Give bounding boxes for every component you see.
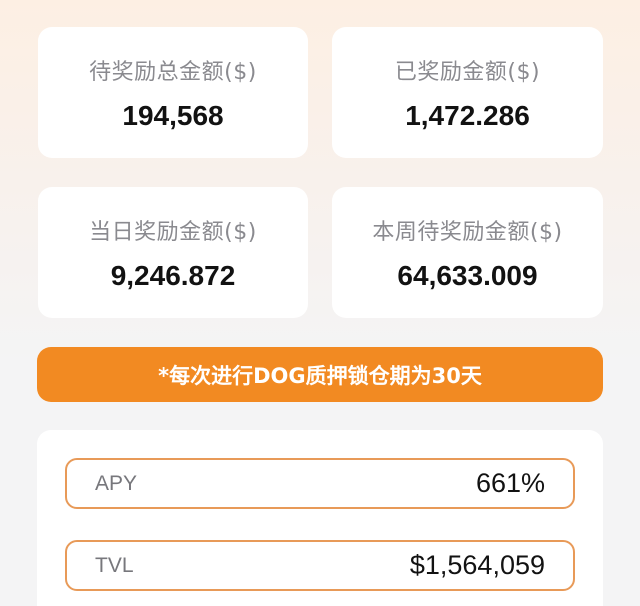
stat-card-daily: 当日奖励金额($) 9,246.872 [38, 187, 308, 318]
stat-label: 当日奖励金额($) [89, 219, 257, 245]
apy-row: APY 661% [65, 458, 575, 509]
stat-card-rewarded: 已奖励金额($) 1,472.286 [332, 27, 603, 158]
stat-label: 待奖励总金额($) [89, 59, 257, 85]
tvl-label: TVL [95, 553, 134, 577]
stat-value: 9,246.872 [110, 259, 236, 291]
metrics-panel: APY 661% TVL $1,564,059 [37, 430, 603, 606]
tvl-value: $1,564,059 [409, 550, 545, 580]
stat-value: 1,472.286 [405, 99, 530, 131]
tvl-row: TVL $1,564,059 [65, 540, 575, 591]
stat-label: 本周待奖励金额($) [372, 219, 563, 245]
stat-label: 已奖励金额($) [394, 59, 541, 85]
stat-value: 64,633.009 [397, 259, 538, 291]
apy-label: APY [95, 471, 138, 495]
apy-value: 661% [475, 468, 545, 498]
stat-card-pending-total: 待奖励总金额($) 194,568 [38, 27, 308, 158]
stat-card-weekly-pending: 本周待奖励金额($) 64,633.009 [332, 187, 603, 318]
staking-lock-notice: *每次进行DOG质押锁仓期为30天 [37, 347, 603, 402]
stat-value: 194,568 [122, 99, 224, 131]
